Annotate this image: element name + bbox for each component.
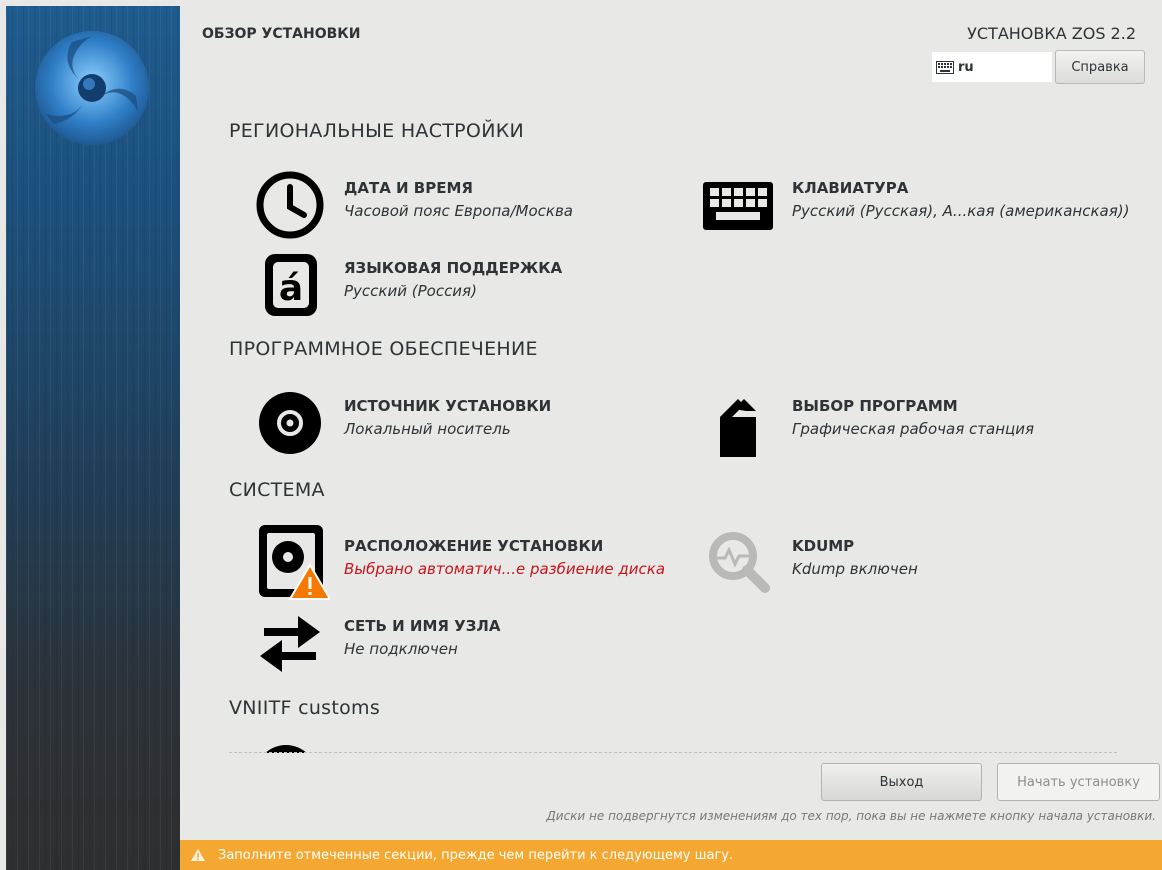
section-title-regional: РЕГИОНАЛЬНЫЕ НАСТРОЙКИ [229, 120, 525, 142]
spoke-name: РАСПОЛОЖЕНИЕ УСТАНОВКИ [344, 537, 604, 555]
svg-text:á: á [279, 268, 303, 309]
package-icon [698, 383, 778, 463]
spoke-status: Не подключен [344, 640, 458, 658]
spoke-name: ЯЗЫКОВАЯ ПОДДЕРЖКА [344, 259, 563, 277]
spoke-installation-source[interactable]: ИСТОЧНИК УСТАНОВКИ Локальный носитель [250, 383, 551, 463]
section-title-vniitf: VNIITF customs [229, 697, 381, 719]
section-title-system: СИСТЕМА [229, 479, 325, 501]
spoke-keyboard[interactable]: КЛАВИАТУРА Русский (Русская), А...кая (а… [698, 165, 1129, 245]
clock-icon [250, 165, 330, 245]
spoke-status: Русский (Русская), А...кая (американская… [792, 202, 1130, 220]
spoke-installation-destination[interactable]: РАСПОЛОЖЕНИЕ УСТАНОВКИ Выбрано автоматич… [250, 523, 665, 603]
spoke-name: KDUMP [792, 537, 855, 555]
spoke-name: ВЫБОР ПРОГРАММ [792, 397, 958, 415]
product-title: УСТАНОВКА ZOS 2.2 [967, 24, 1136, 43]
keyboard-icon [698, 165, 778, 245]
spoke-status: Локальный носитель [344, 420, 511, 438]
spoke-status: Kdump включен [792, 560, 918, 578]
spoke-status: Русский (Россия) [344, 282, 477, 300]
spoke-software-selection[interactable]: ВЫБОР ПРОГРАММ Графическая рабочая станц… [698, 383, 1034, 463]
spoke-name: ДАТА И ВРЕМЯ [344, 179, 473, 197]
keyboard-small-icon [936, 60, 954, 74]
warning-message: Заполните отмеченные секции, прежде чем … [218, 847, 734, 863]
spoke-network-hostname[interactable]: СЕТЬ И ИМЯ УЗЛА Не подключен [250, 603, 500, 683]
disk-change-note: Диски не подвергнутся изменениям до тех … [546, 809, 1156, 823]
spoke-name: КЛАВИАТУРА [792, 179, 909, 197]
spoke-status-warning: Выбрано автоматич...е разбиение диска [344, 560, 666, 578]
header: ОБЗОР УСТАНОВКИ УСТАНОВКА ZOS 2.2 ru Спр… [180, 0, 1162, 100]
spoke-date-time[interactable]: ДАТА И ВРЕМЯ Часовой пояс Европа/Москва [250, 165, 573, 245]
spoke-name: ИСТОЧНИК УСТАНОВКИ [344, 397, 552, 415]
network-arrows-icon [250, 603, 330, 683]
spoke-language-support[interactable]: á ЯЗЫКОВАЯ ПОДДЕРЖКА Русский (Россия) [250, 245, 562, 325]
distro-logo [35, 31, 149, 145]
language-icon: á [250, 245, 330, 325]
spoke-status: Графическая рабочая станция [792, 420, 1034, 438]
page-title: ОБЗОР УСТАНОВКИ [202, 26, 361, 42]
warning-bar: Заполните отмеченные секции, прежде чем … [180, 840, 1162, 870]
section-title-software: ПРОГРАММНОЕ ОБЕСПЕЧЕНИЕ [229, 338, 538, 360]
warning-icon [191, 849, 205, 861]
scroll-fade-divider [229, 752, 1117, 753]
begin-installation-button[interactable]: Начать установку [997, 763, 1160, 801]
sidebar [6, 6, 180, 870]
spoke-name: СЕТЬ И ИМЯ УЗЛА [344, 617, 501, 635]
keyboard-layout-label: ru [958, 59, 974, 75]
keyboard-layout-indicator[interactable]: ru [932, 52, 1052, 82]
disc-icon [250, 383, 330, 463]
spoke-kdump[interactable]: KDUMP Kdump включен [698, 523, 918, 603]
quit-button[interactable]: Выход [821, 763, 982, 801]
spoke-status: Часовой пояс Европа/Москва [344, 202, 573, 220]
help-button[interactable]: Справка [1055, 50, 1145, 84]
kdump-magnifier-icon [698, 523, 778, 603]
harddisk-warning-icon [250, 523, 330, 603]
